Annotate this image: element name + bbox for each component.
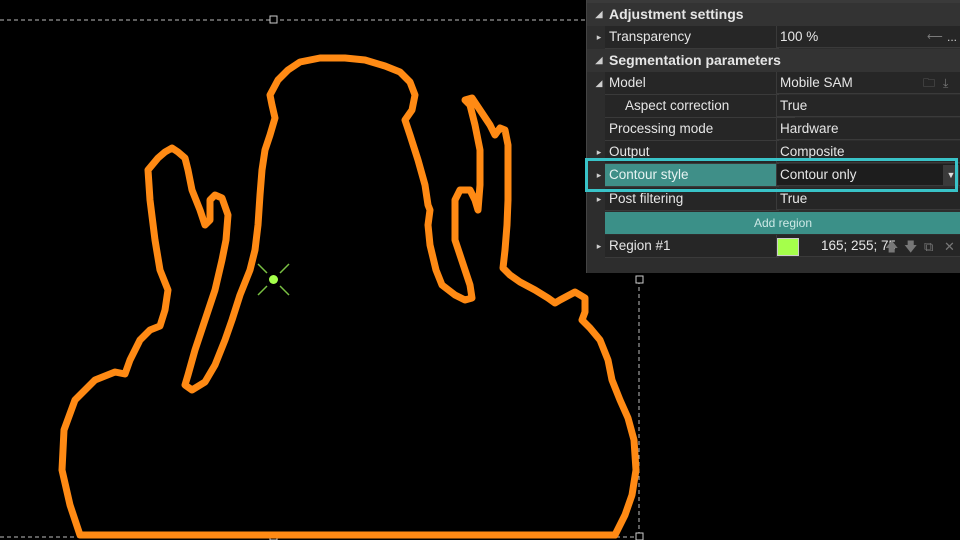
property-processing-mode[interactable]: Processing mode Hardware bbox=[587, 118, 960, 141]
contour-body bbox=[58, 54, 640, 539]
chevron-down-icon[interactable]: ▼ bbox=[943, 165, 959, 185]
expand-icon[interactable]: ▸ bbox=[593, 164, 605, 187]
resize-handle-top[interactable] bbox=[269, 15, 278, 24]
expand-icon[interactable]: ▸ bbox=[593, 235, 605, 258]
region-row[interactable]: ▸ Region #1 165; 255; 75 🡅 🡇 ⧉ ✕ bbox=[587, 235, 960, 258]
property-aspect-correction[interactable]: Aspect correction True bbox=[587, 95, 960, 118]
category-segmentation-parameters[interactable]: ◢ Segmentation parameters bbox=[587, 49, 960, 72]
close-icon[interactable]: ✕ bbox=[944, 235, 955, 258]
segmentation-contour bbox=[58, 54, 640, 539]
properties-panel: ◢ Adjustment settings ▸ Transparency 100… bbox=[586, 0, 960, 273]
post-filtering-value[interactable]: True bbox=[776, 188, 960, 210]
property-name: Aspect correction bbox=[605, 95, 795, 118]
resize-handle-right[interactable] bbox=[635, 275, 644, 284]
processing-mode-value[interactable]: Hardware bbox=[776, 118, 960, 140]
property-name: Post filtering bbox=[605, 188, 779, 211]
expand-icon[interactable]: ▸ bbox=[593, 141, 605, 164]
contour-style-dropdown[interactable]: Contour only bbox=[776, 164, 960, 186]
collapse-icon[interactable]: ◢ bbox=[593, 72, 605, 95]
expand-icon[interactable]: ▸ bbox=[593, 188, 605, 211]
prompt-point-marker[interactable] bbox=[257, 263, 290, 296]
region-color-swatch[interactable] bbox=[777, 238, 799, 256]
property-name: Contour style bbox=[605, 164, 779, 187]
expand-icon[interactable]: ▸ bbox=[593, 26, 605, 49]
collapse-icon[interactable]: ◢ bbox=[593, 3, 605, 26]
property-transparency[interactable]: ▸ Transparency 100 % ⟵ ... bbox=[587, 26, 960, 49]
property-output[interactable]: ▸ Output Composite bbox=[587, 141, 960, 164]
resize-handle-corner[interactable] bbox=[635, 532, 644, 540]
add-region-button[interactable]: Add region bbox=[605, 212, 960, 234]
property-name: Model bbox=[605, 72, 779, 95]
ellipsis-button[interactable]: ... bbox=[947, 26, 957, 49]
aspect-correction-value[interactable]: True bbox=[776, 95, 960, 117]
property-name: Output bbox=[605, 141, 779, 164]
collapse-icon[interactable]: ◢ bbox=[593, 49, 605, 72]
region-name: Region #1 bbox=[605, 235, 779, 258]
duplicate-icon[interactable]: ⧉ bbox=[924, 235, 933, 258]
slider-icon[interactable]: ⟵ bbox=[927, 26, 943, 49]
category-adjustment-settings[interactable]: ◢ Adjustment settings bbox=[587, 3, 960, 26]
folder-icon[interactable]: 🗀 bbox=[923, 72, 935, 95]
property-model[interactable]: ◢ Model Mobile SAM 🗀 ⤓ bbox=[587, 72, 960, 95]
property-name: Processing mode bbox=[605, 118, 779, 141]
selection-box[interactable] bbox=[0, 19, 640, 538]
property-contour-style[interactable]: ▸ Contour style Contour only ▼ bbox=[587, 164, 960, 187]
property-name: Transparency bbox=[605, 26, 779, 49]
download-icon[interactable]: ⤓ bbox=[943, 72, 948, 95]
output-value[interactable]: Composite bbox=[776, 141, 960, 163]
property-post-filtering[interactable]: ▸ Post filtering True bbox=[587, 188, 960, 211]
move-up-icon[interactable]: 🡅 bbox=[885, 235, 898, 258]
move-down-icon[interactable]: 🡇 bbox=[904, 235, 917, 258]
